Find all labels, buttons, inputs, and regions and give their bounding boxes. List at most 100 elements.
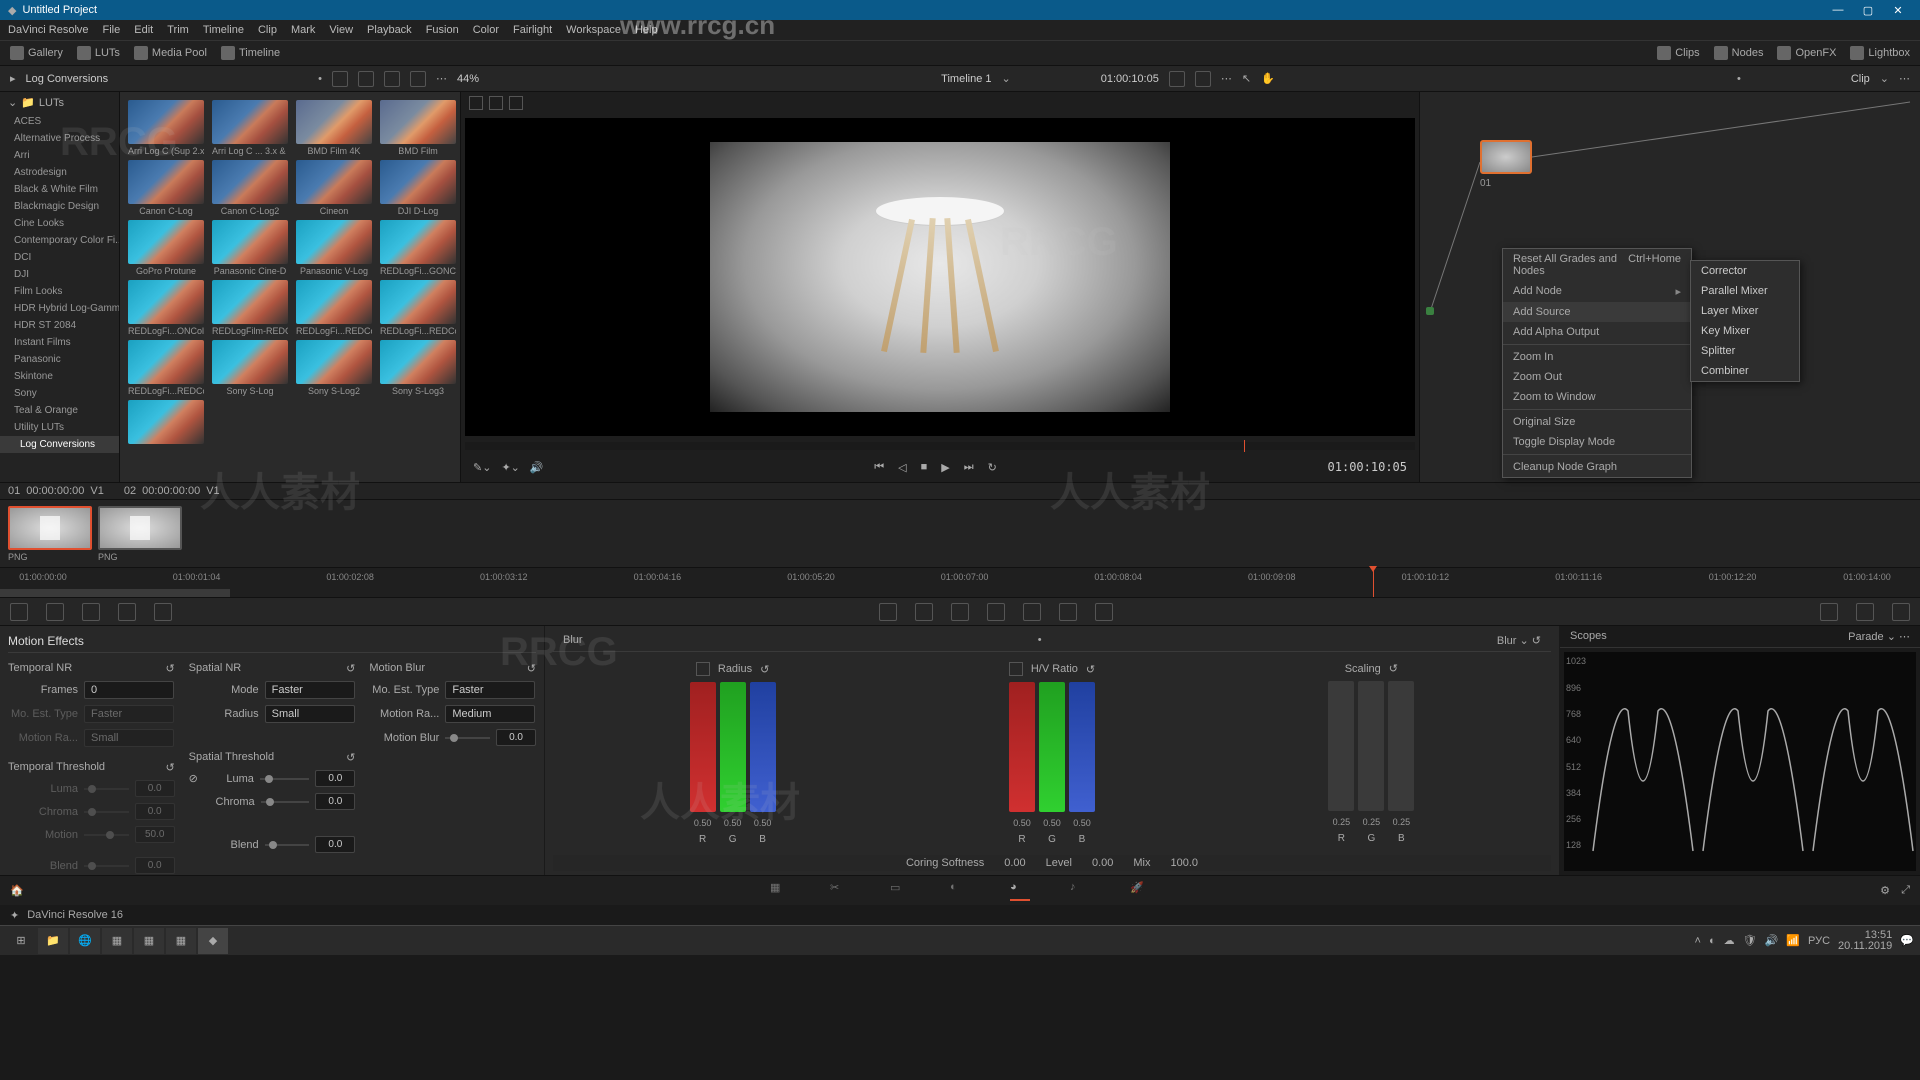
lut-item[interactable]: Cineon [296,160,372,216]
grid-icon[interactable] [358,71,374,87]
expand-icon[interactable]: ⤢ [1901,884,1910,897]
tray-icon[interactable]: 🔊 [1765,934,1779,947]
menu-help[interactable]: Help [635,24,658,36]
dropper-icon[interactable]: ✎⌄ [473,461,491,474]
lut-item[interactable]: Panasonic Cine-D [212,220,288,276]
maximize-button[interactable]: ▢ [1854,1,1882,19]
sort-icon[interactable] [332,71,348,87]
sidebar-item[interactable]: Blackmagic Design [0,198,119,215]
start-button[interactable]: ⊞ [6,928,36,954]
sub-key[interactable]: Key Mixer [1691,321,1799,341]
clip-thumb-1[interactable] [8,506,92,550]
node-01[interactable] [1480,140,1532,174]
pointer-icon[interactable]: ↖ [1242,72,1251,85]
mbest-select[interactable]: Faster [445,681,535,699]
motion-slider[interactable] [84,834,129,836]
lut-item[interactable]: Arri Log C (Sup 2.x) [128,100,204,156]
tray-lang[interactable]: РУС [1808,935,1830,947]
hv-g-bar[interactable] [1039,682,1065,812]
scaling-b-bar[interactable] [1388,681,1414,811]
lut-item[interactable]: REDLogFi...REDColor3 [380,280,456,336]
sidebar-item[interactable]: HDR ST 2084 [0,317,119,334]
scrubber[interactable] [465,442,1415,450]
tray-date[interactable]: 20.11.2019 [1838,941,1892,952]
sidebar-item[interactable]: Teal & Orange [0,402,119,419]
viewer-split-icon[interactable] [489,96,503,110]
lut-item[interactable] [128,400,204,444]
chevron-down-icon[interactable]: ⌄ [1887,631,1896,643]
page-deliver-icon[interactable]: 🚀 [1130,881,1150,901]
radius-g-bar[interactable] [720,682,746,812]
viewer-mode-icon[interactable] [469,96,483,110]
sidebar-item[interactable]: Astrodesign [0,164,119,181]
page-fusion-icon[interactable]: ◐ [950,881,970,901]
lut-item[interactable]: BMD Film [380,100,456,156]
lightbox-button[interactable]: Lightbox [1850,46,1910,60]
menu-file[interactable]: File [103,24,121,36]
nodes-button[interactable]: Nodes [1714,46,1764,60]
task-app3[interactable]: ▦ [166,928,196,954]
menu-workspace[interactable]: Workspace [566,24,621,36]
close-button[interactable]: ✕ [1884,1,1912,19]
lut-item[interactable]: GoPro Protune [128,220,204,276]
sidebar-item[interactable]: Panasonic [0,351,119,368]
page-fairlight-icon[interactable]: ♪ [1070,881,1090,901]
radius-r-bar[interactable] [690,682,716,812]
radius-select[interactable]: Small [265,705,355,723]
lut-item[interactable]: Sony S-Log [212,340,288,396]
ctx-add-alpha[interactable]: Add Alpha Output [1503,322,1691,342]
lut-item[interactable]: REDLogFi...REDColor4 [128,340,204,396]
link-icon[interactable] [1009,662,1023,676]
last-frame-button[interactable]: ⏭ [964,461,974,474]
reset-icon[interactable]: ↺ [760,663,769,676]
sblend-slider[interactable] [265,844,310,846]
menu-playback[interactable]: Playback [367,24,412,36]
node-input[interactable] [1426,307,1434,315]
sidebar-item[interactable]: Arri [0,147,119,164]
speaker-icon[interactable]: 🔊 [530,461,544,474]
sidebar-item[interactable]: Instant Films [0,334,119,351]
task-resolve[interactable]: ◆ [198,928,228,954]
lut-item[interactable]: Sony S-Log2 [296,340,372,396]
mediapool-button[interactable]: Media Pool [134,46,207,60]
minimize-button[interactable]: — [1824,1,1852,19]
timeline-clip-bar[interactable] [0,589,230,597]
sub-corrector[interactable]: Corrector [1691,261,1799,281]
lut-item[interactable]: REDLogFi...REDColor2 [296,280,372,336]
sidebar-item[interactable]: Utility LUTs [0,419,119,436]
page-color-icon[interactable]: ◕ [1010,881,1030,901]
palette-3d-icon[interactable] [1095,603,1113,621]
sub-combiner[interactable]: Combiner [1691,361,1799,381]
menu-fusion[interactable]: Fusion [426,24,459,36]
tray-time[interactable]: 13:51 [1838,930,1892,941]
reset-icon[interactable]: ↺ [346,751,355,764]
tray-notifications-icon[interactable]: 💬 [1900,934,1914,947]
timeline-playhead[interactable] [1373,568,1374,597]
sidebar-item[interactable]: Cine Looks [0,215,119,232]
mode-select[interactable]: Faster [265,681,355,699]
expand-icon[interactable] [1195,71,1211,87]
node-editor[interactable]: 01 Reset All Grades and NodesCtrl+Home A… [1420,92,1920,482]
refresh-icon[interactable] [1169,71,1185,87]
task-app2[interactable]: ▦ [134,928,164,954]
scaling-r-bar[interactable] [1328,681,1354,811]
ctx-reset-grades[interactable]: Reset All Grades and NodesCtrl+Home [1503,249,1691,281]
tray-icon[interactable]: 🛡 [1743,934,1757,947]
menu-view[interactable]: View [329,24,353,36]
sidebar-item[interactable]: HDR Hybrid Log-Gamma [0,300,119,317]
sidebar-item[interactable]: Skintone [0,368,119,385]
page-edit-icon[interactable]: ▭ [890,881,910,901]
mini-timeline[interactable]: 01:00:00:00 01:00:01:04 01:00:02:08 01:0… [0,567,1920,597]
reset-icon[interactable]: ↺ [1532,635,1541,647]
more-icon[interactable]: ⋯ [436,72,447,85]
scaling-g-bar[interactable] [1358,681,1384,811]
playhead-marker[interactable] [1244,440,1245,452]
sidebar-item[interactable]: Film Looks [0,283,119,300]
ctx-add-node[interactable]: Add Node▸ [1503,281,1691,302]
more-icon-3[interactable]: ⋯ [1899,72,1910,85]
viewer-wand-icon[interactable] [509,96,523,110]
motionra-select[interactable]: Small [84,729,174,747]
ctx-zoom-in[interactable]: Zoom In [1503,347,1691,367]
lut-item[interactable]: REDLogFi...GONColor [380,220,456,276]
palette-scope-icon[interactable] [1856,603,1874,621]
